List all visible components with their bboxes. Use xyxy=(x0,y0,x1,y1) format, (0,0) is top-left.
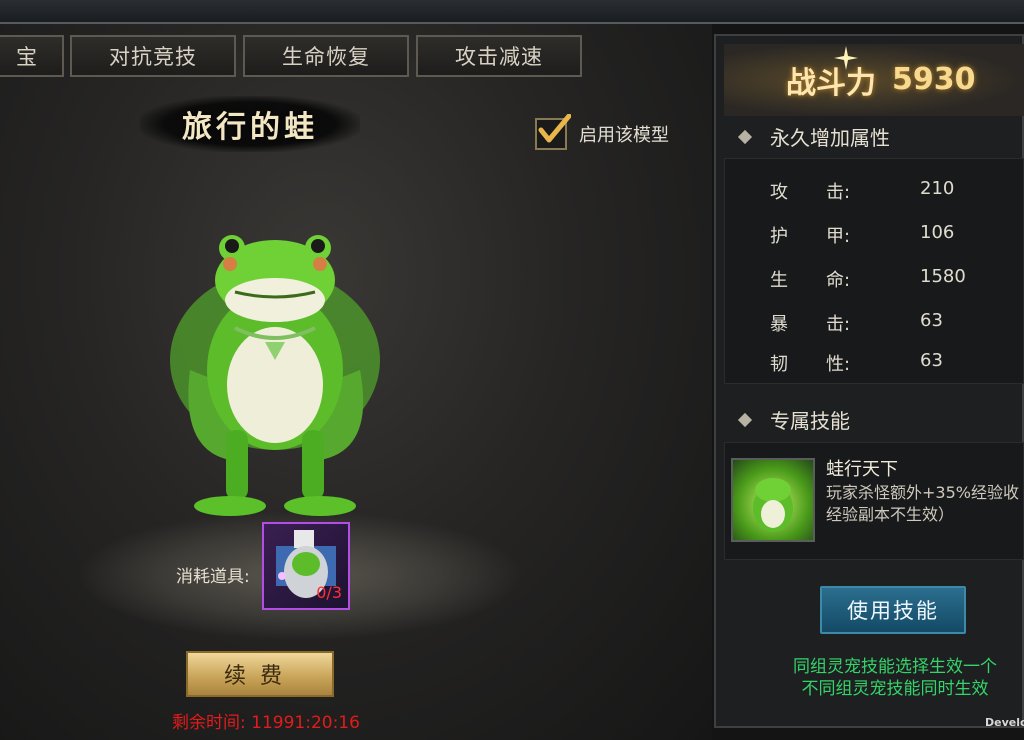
attr-key: 护 xyxy=(770,226,788,247)
note-line: 同组灵宠技能选择生效一个 xyxy=(793,657,997,677)
combat-power-label: 战斗力 xyxy=(786,66,876,101)
exclusive-skill-title: 专属技能 xyxy=(770,409,850,433)
attr-key: 甲: xyxy=(826,226,851,247)
attr-key: 暴 xyxy=(770,314,788,335)
attr-key: 韧 xyxy=(770,354,788,375)
frog-skill-icon xyxy=(753,478,793,532)
attr-row-armor: 护 甲: 106 xyxy=(770,222,1010,247)
attr-value: 63 xyxy=(920,350,943,371)
attr-key: 命: xyxy=(826,270,851,291)
skill-desc-line: 经验副本不生效） xyxy=(826,505,955,524)
attr-row-crit: 暴 击: 63 xyxy=(770,310,1010,335)
consumable-label: 消耗道具: xyxy=(176,567,250,587)
permanent-attrs-heading: 永久增加属性 xyxy=(737,122,890,151)
skill-desc-line: 玩家杀怪额外+35%经验收 xyxy=(826,483,1019,502)
attr-key: 击: xyxy=(826,314,851,335)
dev-watermark: Develop xyxy=(985,716,1024,729)
combat-power-value: 5930 xyxy=(892,62,976,97)
skill-name: 蛙行天下 xyxy=(826,459,898,480)
attr-key: 攻 xyxy=(770,182,788,203)
checkmark-icon xyxy=(538,114,571,143)
permanent-attrs-title: 永久增加属性 xyxy=(770,126,890,150)
exclusive-skill-heading: 专属技能 xyxy=(737,405,850,434)
skill-description: 玩家杀怪额外+35%经验收 经验副本不生效） xyxy=(826,482,1024,526)
tab-treasure[interactable]: 宝 xyxy=(0,35,64,77)
attr-row-life: 生 命: 1580 xyxy=(770,266,1010,291)
frog-pet-model xyxy=(170,235,380,516)
tab-attack-slow[interactable]: 攻击减速 xyxy=(416,35,582,77)
enable-model-toggle[interactable]: 启用该模型 xyxy=(535,114,669,150)
note-line: 不同组灵宠技能同时生效 xyxy=(801,679,989,699)
attr-row-attack: 攻 击: 210 xyxy=(770,178,1010,203)
top-bar xyxy=(0,0,1024,24)
attr-value: 63 xyxy=(920,310,943,331)
tab-life-regen[interactable]: 生命恢复 xyxy=(243,35,409,77)
enable-model-label: 启用该模型 xyxy=(579,125,669,146)
diamond-bullet-icon xyxy=(737,129,753,144)
use-skill-button[interactable]: 使用技能 xyxy=(820,586,966,634)
attr-value: 106 xyxy=(920,222,955,243)
skill-icon[interactable] xyxy=(731,458,815,542)
attr-key: 性: xyxy=(826,354,851,375)
attr-row-toughness: 韧 性: 63 xyxy=(770,350,1010,375)
attr-value: 210 xyxy=(920,178,955,199)
tab-pvp[interactable]: 对抗竞技 xyxy=(70,35,236,77)
diamond-bullet-icon xyxy=(737,412,753,427)
consumable-count: 0/3 xyxy=(316,583,342,602)
pet-title-banner: 旅行的蛙 xyxy=(140,96,360,152)
skill-note: 同组灵宠技能选择生效一个 不同组灵宠技能同时生效 xyxy=(760,656,1024,700)
attr-value: 1580 xyxy=(920,266,966,287)
consumable-item-slot[interactable]: 0/3 xyxy=(262,522,350,610)
checkbox[interactable] xyxy=(535,114,571,150)
pet-name: 旅行的蛙 xyxy=(182,110,318,145)
attr-key: 生 xyxy=(770,270,788,291)
renew-button[interactable]: 续费 xyxy=(186,651,334,697)
time-remaining: 剩余时间: 11991:20:16 xyxy=(172,713,360,733)
attr-key: 击: xyxy=(826,182,851,203)
